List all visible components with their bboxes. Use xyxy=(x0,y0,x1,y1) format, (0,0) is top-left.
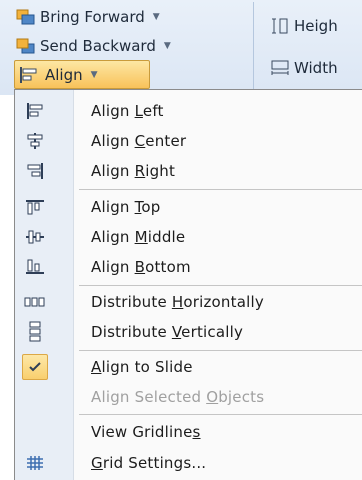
menu-separator xyxy=(79,414,362,415)
align-button[interactable]: Align ▼ xyxy=(14,60,150,89)
menu-item-align-right[interactable]: Align Right xyxy=(15,156,362,186)
menu-item-distribute-horizontally[interactable]: Distribute Horizontally xyxy=(15,287,362,317)
height-field[interactable]: Heigh xyxy=(270,14,338,38)
bring-forward-label: Bring Forward xyxy=(40,8,145,26)
menu-item-label: Align Middle xyxy=(91,228,186,246)
menu-separator xyxy=(79,285,362,286)
chevron-down-icon: ▼ xyxy=(152,12,160,22)
menu-item-label: Align Center xyxy=(91,132,187,150)
menu-item-label: Distribute Vertically xyxy=(91,323,244,341)
send-backward-label: Send Backward xyxy=(40,37,156,55)
menu-item-grid-settings[interactable]: Grid Settings... xyxy=(15,448,362,478)
checkmark-icon xyxy=(22,354,48,380)
menu-item-label: Align Left xyxy=(91,102,164,120)
menu-item-distribute-vertically[interactable]: Distribute Vertically xyxy=(15,317,362,347)
align-middle-icon xyxy=(22,224,48,250)
ribbon-arrange-group: Bring Forward ▼ Send Backward ▼ Align ▼ … xyxy=(0,0,362,95)
align-center-icon xyxy=(22,128,48,154)
menu-item-label: Align Selected Objects xyxy=(91,388,265,406)
menu-item-label: Align Right xyxy=(91,162,176,180)
height-label: Heigh xyxy=(294,17,338,35)
bring-forward-button[interactable]: Bring Forward ▼ xyxy=(16,5,160,29)
distribute-vertically-icon xyxy=(22,319,48,345)
menu-item-align-middle[interactable]: Align Middle xyxy=(15,222,362,252)
width-icon xyxy=(270,59,290,77)
menu-item-align-top[interactable]: Align Top xyxy=(15,192,362,222)
menu-separator xyxy=(79,189,362,190)
send-backward-button[interactable]: Send Backward ▼ xyxy=(16,34,171,58)
width-label: Width xyxy=(294,59,338,77)
width-field[interactable]: Width xyxy=(270,56,338,80)
group-divider xyxy=(253,2,254,90)
align-top-icon xyxy=(22,194,48,220)
align-bottom-icon xyxy=(22,254,48,280)
send-backward-icon xyxy=(16,37,36,55)
menu-item-label: Distribute Horizontally xyxy=(91,293,264,311)
height-icon xyxy=(270,17,290,35)
align-right-icon xyxy=(22,158,48,184)
menu-item-align-center[interactable]: Align Center xyxy=(15,126,362,156)
menu-separator xyxy=(79,350,362,351)
menu-item-align-to-slide[interactable]: Align to Slide xyxy=(15,352,362,382)
chevron-down-icon: ▼ xyxy=(163,41,171,51)
chevron-down-icon: ▼ xyxy=(90,69,98,80)
bring-forward-icon xyxy=(16,8,36,26)
align-left-icon xyxy=(22,98,48,124)
menu-item-label: Grid Settings... xyxy=(91,454,207,472)
menu-item-label: Align to Slide xyxy=(91,358,193,376)
align-label: Align xyxy=(45,65,83,84)
menu-item-label: View Gridlines xyxy=(91,423,201,441)
align-icon xyxy=(19,66,39,84)
menu-item-align-selected-objects: Align Selected Objects xyxy=(15,382,362,412)
menu-item-align-left[interactable]: Align Left xyxy=(15,96,362,126)
menu-item-align-bottom[interactable]: Align Bottom xyxy=(15,252,362,282)
menu-item-label: Align Bottom xyxy=(91,258,191,276)
distribute-horizontally-icon xyxy=(22,289,48,315)
align-dropdown-menu: Align Left Align Center Align Right Alig… xyxy=(14,89,362,480)
grid-icon xyxy=(22,450,48,476)
menu-item-label: Align Top xyxy=(91,198,161,216)
menu-item-view-gridlines[interactable]: View Gridlines xyxy=(15,417,362,447)
